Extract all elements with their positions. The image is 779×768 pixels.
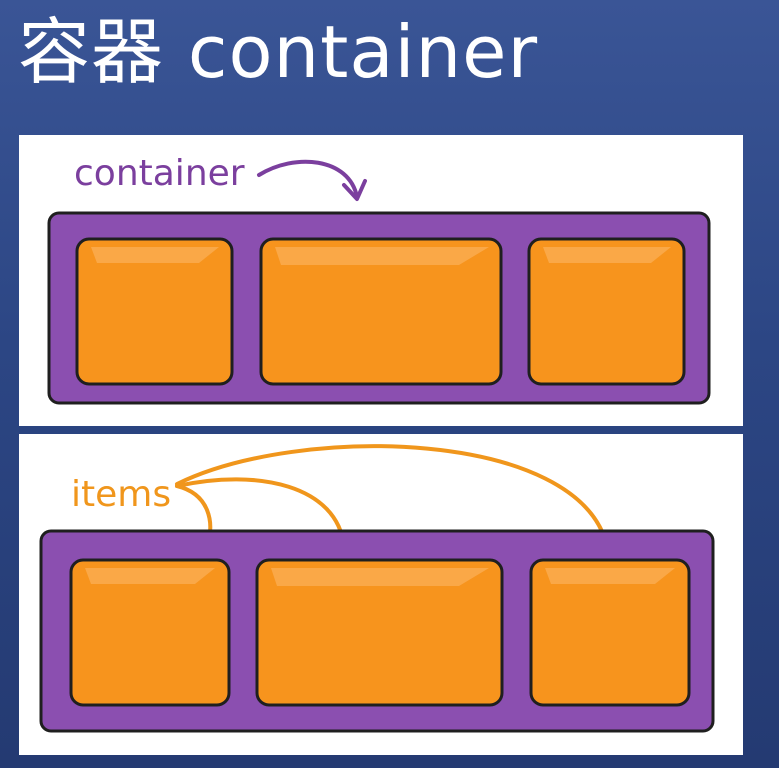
items-diagram: items	[39, 444, 715, 733]
item-1	[69, 558, 231, 707]
container-item-3	[527, 237, 686, 386]
item-3	[529, 558, 691, 707]
container-diagram-panel: container	[19, 135, 743, 426]
container-label: container	[74, 153, 245, 194]
items-label: items	[71, 474, 171, 515]
container-item-1	[75, 237, 234, 386]
items-diagram-panel: items	[19, 434, 743, 755]
container-item-2	[259, 237, 503, 386]
slide-title: 容器 container	[18, 10, 539, 94]
container-arrow	[257, 159, 359, 199]
item-2	[255, 558, 504, 707]
container-diagram: container	[47, 153, 711, 405]
